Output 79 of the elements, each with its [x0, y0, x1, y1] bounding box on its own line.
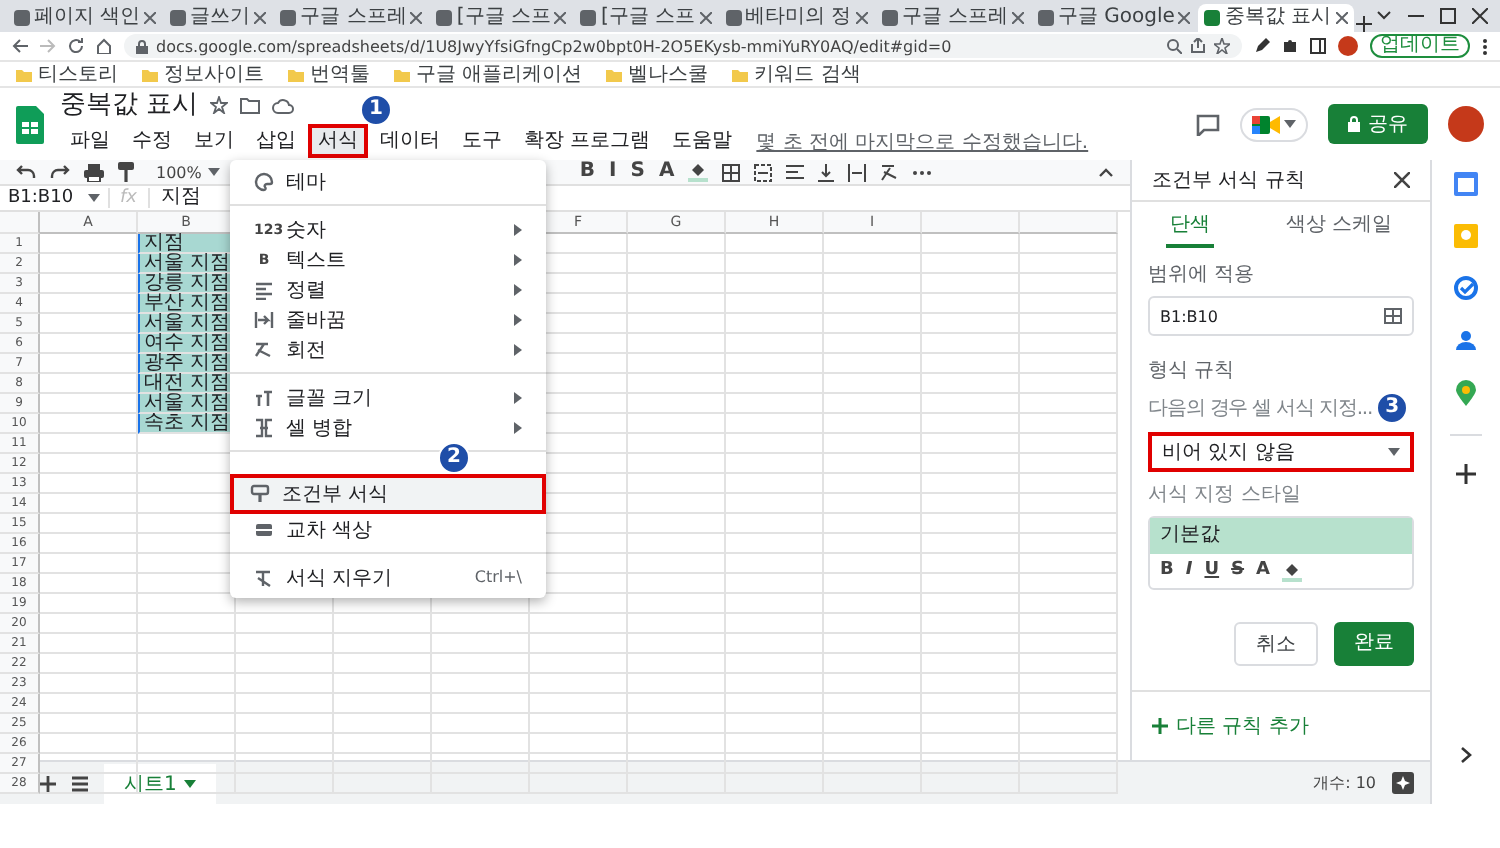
- table-cell: 서울 지점: [138, 254, 236, 274]
- browser-tab[interactable]: [구글 스프: [574, 4, 718, 32]
- table-cell: 부산 지점: [138, 294, 236, 314]
- table-cell: 강릉 지점: [138, 274, 236, 294]
- menu-item[interactable]: 파일: [60, 124, 120, 158]
- section-label: 형식 규칙: [1148, 360, 1237, 384]
- menu-item[interactable]: 회전: [234, 334, 542, 364]
- bookmark[interactable]: 구글 애플리케이션: [394, 60, 583, 88]
- update-button[interactable]: 업데이트: [1370, 34, 1470, 58]
- bookmark[interactable]: 티스토리: [16, 60, 118, 88]
- format-button[interactable]: B: [579, 160, 595, 184]
- range-field[interactable]: B1:B10: [1148, 296, 1414, 336]
- panel-title: 조건부 서식 규칙: [1152, 168, 1305, 194]
- table-cell: 속초 지점: [138, 414, 236, 434]
- format-button[interactable]: B: [1160, 560, 1174, 582]
- share-button[interactable]: 공유: [1328, 104, 1428, 144]
- browser-tab[interactable]: 글쓰기: [164, 4, 273, 32]
- table-cell: 서울 지점: [138, 314, 236, 334]
- table-cell: 여수 지점: [138, 334, 236, 354]
- menu-item[interactable]: 도움말: [662, 124, 743, 158]
- browser-tab[interactable]: 구글 스프레: [875, 4, 1030, 32]
- menu-item[interactable]: 보기: [184, 124, 244, 158]
- table-cell: 서울 지점: [138, 394, 236, 414]
- browser-tab[interactable]: 구글 Google: [1031, 4, 1197, 32]
- format-button[interactable]: I: [1185, 560, 1193, 582]
- menu-item[interactable]: 확장 프로그램: [514, 124, 661, 158]
- browser-tab[interactable]: 중복값 표시: [1198, 4, 1354, 32]
- menu-item[interactable]: 정렬: [234, 274, 542, 304]
- menu-item[interactable]: 서식: [308, 124, 368, 158]
- menu-item[interactable]: 수정: [122, 124, 182, 158]
- browser-tab[interactable]: 구글 스프레: [274, 4, 429, 32]
- panel-tab[interactable]: 단색: [1165, 214, 1214, 248]
- style-preview: 기본값: [1150, 518, 1412, 554]
- field-label: 서식 지정 스타일: [1148, 482, 1303, 508]
- table-cell: 대전 지점: [138, 374, 236, 394]
- shortcut-label: Ctrl+\: [474, 568, 522, 586]
- browser-tab[interactable]: 베타미의 정: [719, 4, 874, 32]
- count-summary[interactable]: 개수: 10: [1313, 772, 1376, 794]
- field-label: 다음의 경우 셀 서식 지정...: [1148, 396, 1373, 422]
- last-edit-link[interactable]: 몇 초 전에 마지막으로 수정했습니다.: [756, 127, 1089, 155]
- bookmark[interactable]: 키워드 검색: [732, 60, 861, 88]
- panel-tab[interactable]: 색상 스케일: [1281, 214, 1397, 248]
- document-title[interactable]: 중복값 표시: [60, 90, 199, 120]
- format-button[interactable]: I: [609, 160, 617, 184]
- format-button[interactable]: U: [1204, 560, 1220, 582]
- address-bar[interactable]: docs.google.com/spreadsheets/d/1U8JwyYfsiGfngCp2w0bpt0H-2O5EKysb-mmiYuRY0AQ/edit#gid=0: [124, 34, 1242, 58]
- menu-item[interactable]: 테마: [234, 166, 542, 196]
- format-button[interactable]: A: [658, 160, 675, 184]
- menu-item[interactable]: 조건부 서식: [230, 474, 546, 514]
- menu-item[interactable]: 데이터: [370, 124, 450, 158]
- cancel-button[interactable]: 취소: [1234, 622, 1318, 666]
- menu-item[interactable]: 글꼴 크기: [234, 382, 542, 412]
- function-label: fx: [110, 188, 149, 208]
- bookmark[interactable]: 번역툴: [288, 60, 370, 88]
- step-number: 3: [1376, 392, 1409, 424]
- table-cell: 광주 지점: [138, 354, 236, 374]
- step-number: 2: [438, 442, 470, 474]
- name-box[interactable]: B1:B10: [0, 188, 110, 208]
- menu-item[interactable]: 삽입: [246, 124, 306, 158]
- menu-item[interactable]: 도구: [452, 124, 512, 158]
- table-cell: 지점: [138, 234, 236, 254]
- menu-item[interactable]: 서식 지우기 Ctrl+\: [234, 562, 542, 592]
- bookmark[interactable]: 정보사이트: [142, 60, 264, 88]
- field-label: 범위에 적용: [1148, 264, 1257, 288]
- format-button[interactable]: S: [1231, 560, 1245, 582]
- format-button[interactable]: A: [1256, 560, 1270, 582]
- menu-item[interactable]: 줄바꿈: [234, 304, 542, 334]
- bookmark[interactable]: 벨나스쿨: [606, 60, 709, 88]
- browser-tab[interactable]: [구글 스프: [430, 4, 573, 32]
- step-number: 1: [360, 94, 392, 126]
- done-button[interactable]: 완료: [1334, 622, 1414, 666]
- add-rule-link[interactable]: 다른 규칙 추가: [1132, 692, 1430, 760]
- menu-item[interactable]: 셀 병합: [234, 412, 542, 442]
- formula-field[interactable]: 지점: [149, 186, 201, 210]
- menu-item[interactable]: 교차 색상: [234, 514, 542, 544]
- browser-tab[interactable]: 페이지 색인: [8, 4, 163, 32]
- condition-dropdown[interactable]: 비어 있지 않음: [1148, 432, 1414, 472]
- format-button[interactable]: S: [630, 160, 645, 184]
- zoom-dropdown[interactable]: 100%: [156, 163, 220, 181]
